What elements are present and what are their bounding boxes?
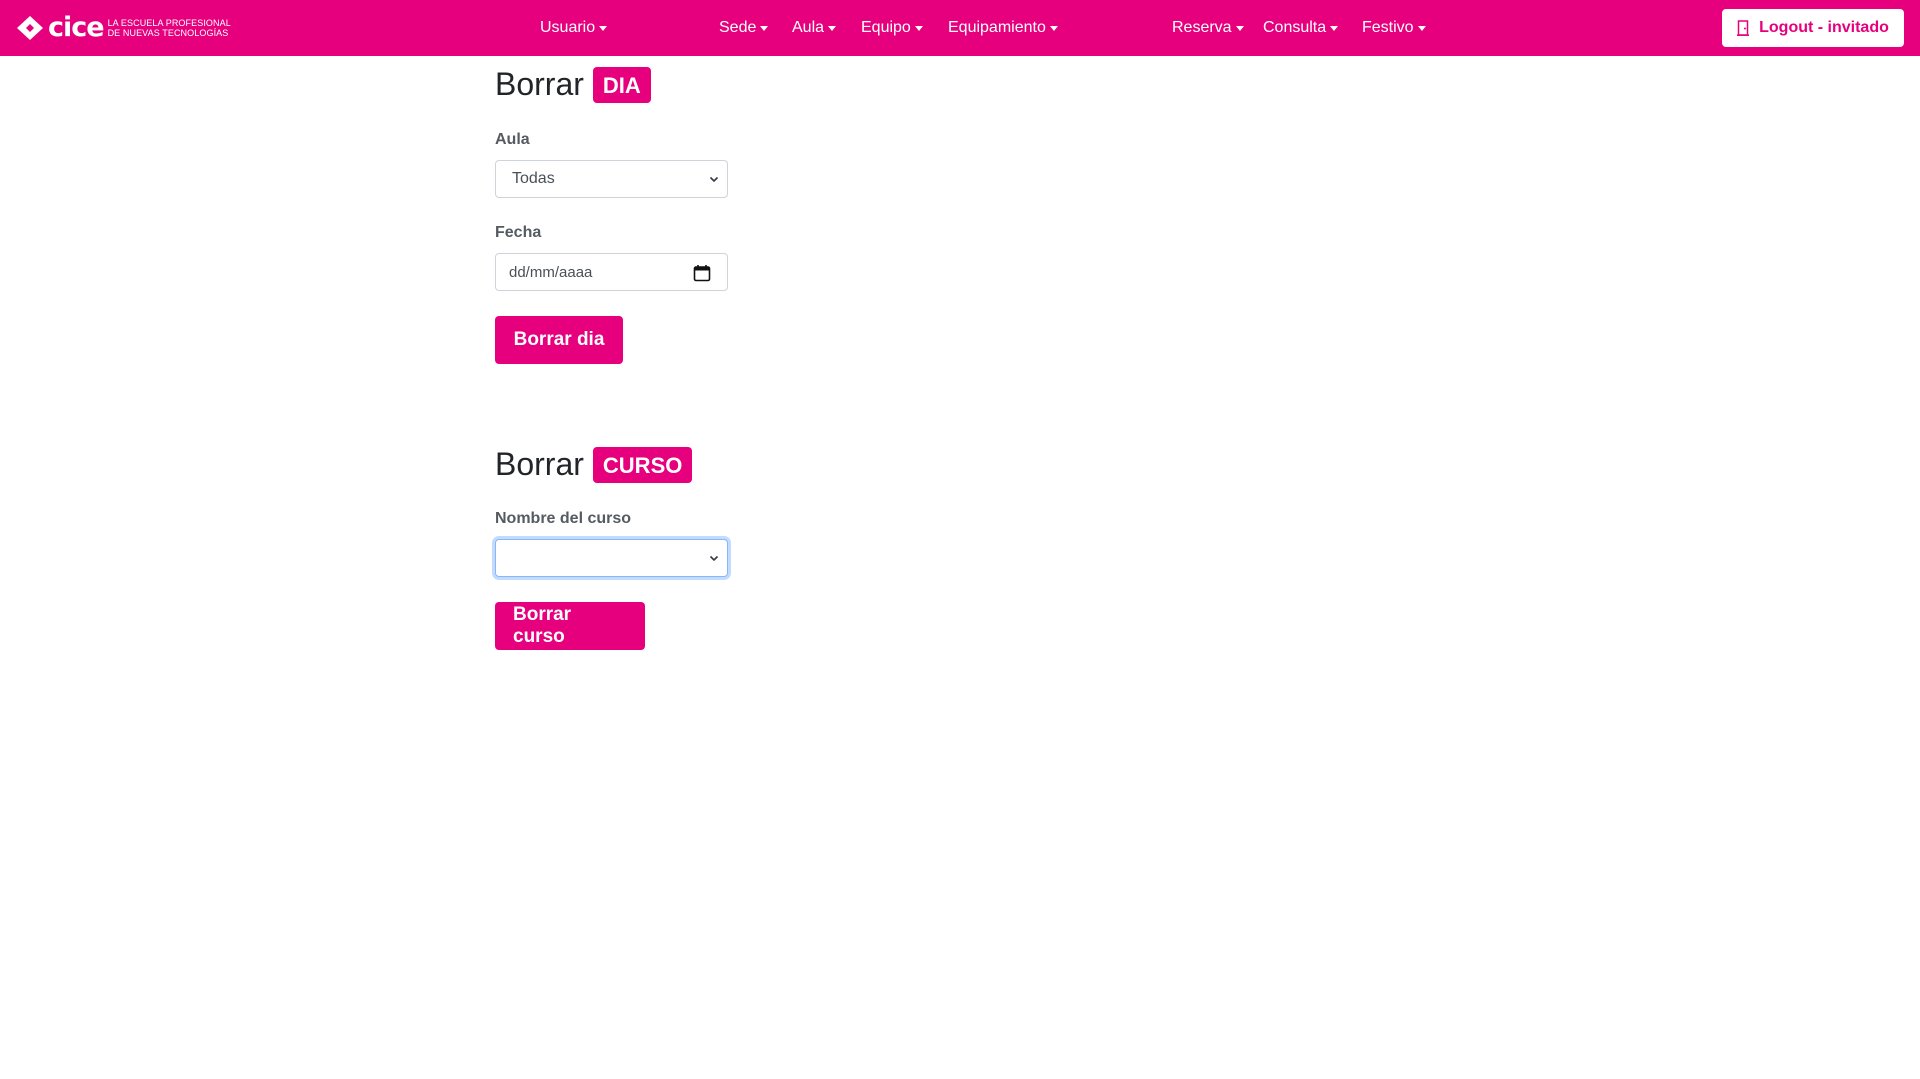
nav-dropdown-consulta[interactable]: Consulta	[1263, 0, 1339, 56]
caret-down-icon	[1235, 25, 1244, 31]
caret-down-icon	[599, 25, 608, 31]
badge-dia: DIA	[592, 66, 651, 103]
borrar-dia-button[interactable]: Borrar dia	[495, 316, 623, 364]
logout-label: Logout - invitado	[1759, 19, 1889, 36]
caret-down-icon	[760, 25, 769, 31]
badge-curso: CURSO	[592, 446, 693, 483]
aula-label: Aula	[495, 131, 530, 148]
section-title-borrar-dia: Borrar DIA	[495, 66, 651, 103]
nav-dropdown-aula[interactable]: Aula	[792, 0, 837, 56]
nav-label-festivo: Festivo	[1362, 19, 1414, 36]
nav-label-reserva: Reserva	[1172, 19, 1232, 36]
nav-dropdown-equipo[interactable]: Equipo	[861, 0, 923, 56]
caret-down-icon	[1417, 25, 1426, 31]
aula-select[interactable]: Todas	[495, 160, 728, 198]
nav-label-equipo: Equipo	[861, 19, 911, 36]
nav-dropdown-sede[interactable]: Sede	[719, 0, 769, 56]
section-title-text: Borrar	[495, 446, 584, 482]
brand-tagline: La escuela profesional de nuevas tecnolo…	[108, 18, 231, 38]
nav-label-usuario: Usuario	[540, 19, 596, 36]
nombre-curso-select[interactable]	[495, 539, 728, 577]
fecha-date-input[interactable]: dd/mm/aaaa	[495, 253, 728, 291]
nav-dropdown-festivo[interactable]: Festivo	[1362, 0, 1426, 56]
logout-button[interactable]: Logout - invitado	[1722, 9, 1904, 47]
borrar-curso-button[interactable]: Borrar curso	[495, 602, 645, 650]
section-title-text: Borrar	[495, 66, 584, 102]
top-navbar: cice La escuela profesional de nuevas te…	[0, 0, 1920, 56]
brand-tagline-line2: de nuevas tecnologías	[107, 28, 229, 38]
fecha-placeholder: dd/mm/aaaa	[509, 263, 593, 281]
cice-logo-icon	[17, 16, 43, 40]
caret-down-icon	[1049, 25, 1058, 31]
chevron-down-icon	[709, 176, 719, 183]
brand-word: cice	[48, 12, 105, 43]
nav-dropdown-usuario[interactable]: Usuario	[540, 0, 608, 56]
door-icon	[1737, 20, 1750, 36]
fecha-label: Fecha	[495, 224, 542, 241]
nav-label-aula: Aula	[792, 19, 825, 36]
aula-select-value: Todas	[512, 170, 555, 187]
caret-down-icon	[828, 25, 837, 31]
section-title-borrar-curso: Borrar CURSO	[495, 446, 693, 483]
nav-dropdown-reserva[interactable]: Reserva	[1172, 0, 1244, 56]
brand-tagline-line1: La escuela profesional	[107, 18, 231, 28]
caret-down-icon	[914, 25, 923, 31]
nombre-curso-label: Nombre del curso	[495, 510, 632, 527]
nav-label-equipamiento: Equipamiento	[948, 19, 1046, 36]
caret-down-icon	[1330, 25, 1339, 31]
nav-label-consulta: Consulta	[1263, 19, 1327, 36]
chevron-down-icon	[709, 555, 719, 562]
nav-label-sede: Sede	[719, 19, 757, 36]
brand-logo[interactable]: cice La escuela profesional de nuevas te…	[16, 13, 231, 43]
calendar-icon[interactable]	[693, 264, 711, 282]
nav-dropdown-equipamiento[interactable]: Equipamiento	[948, 0, 1058, 56]
